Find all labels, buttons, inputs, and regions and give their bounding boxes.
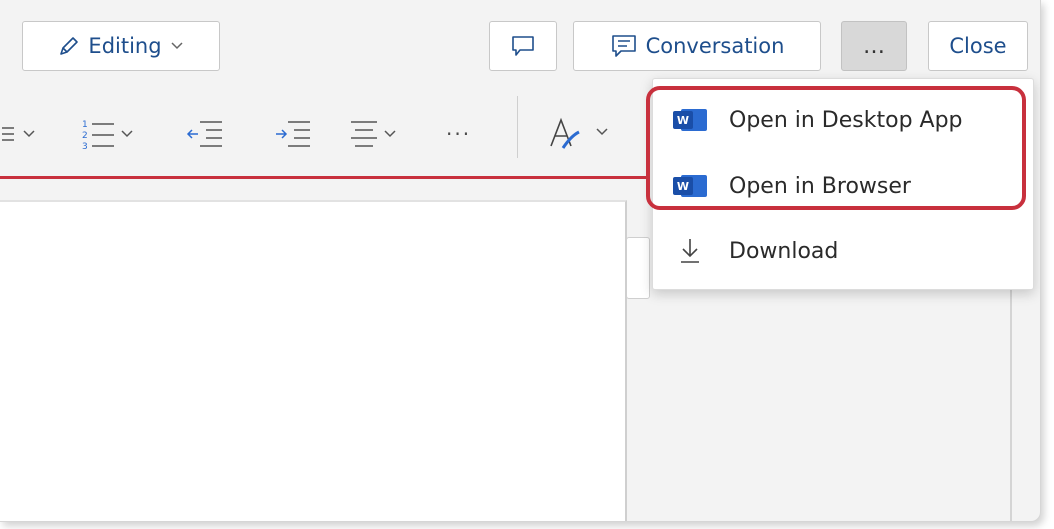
download-icon (681, 239, 699, 263)
pane-divider (1010, 284, 1012, 521)
editing-label: Editing (88, 34, 162, 58)
chevron-down-icon (171, 42, 183, 50)
close-label: Close (949, 34, 1007, 58)
comment-icon (512, 36, 534, 56)
menu-item-label: Open in Browser (729, 173, 911, 199)
increase-indent-button[interactable] (272, 112, 312, 156)
editing-mode-button[interactable]: Editing (22, 21, 220, 71)
svg-text:1: 1 (82, 120, 88, 130)
menu-item-download[interactable]: Download (673, 236, 838, 266)
decrease-indent-button[interactable] (184, 112, 224, 156)
bullet-list-icon (2, 127, 35, 141)
word-icon: W (673, 107, 707, 133)
bullets-dropdown[interactable] (0, 112, 40, 156)
app-window: Editing Conversation … Close 1 2 3 ··· W… (0, 0, 1041, 522)
styles-dropdown[interactable] (545, 112, 625, 156)
svg-text:2: 2 (82, 131, 88, 141)
page-edge (626, 237, 650, 299)
text-styles-icon (550, 117, 608, 149)
more-formatting-label: ··· (446, 122, 472, 146)
more-options-button[interactable]: … (841, 21, 907, 71)
more-options-label: … (863, 33, 885, 59)
alignment-dropdown[interactable] (347, 112, 419, 156)
conversation-button[interactable]: Conversation (573, 21, 821, 71)
more-options-menu: W Open in Desktop App W Open in Browser … (652, 78, 1034, 290)
close-button[interactable]: Close (928, 21, 1028, 71)
pencil-icon (60, 37, 79, 55)
svg-text:3: 3 (82, 142, 88, 152)
document-canvas[interactable] (0, 200, 627, 521)
align-center-icon (351, 121, 396, 147)
numbering-dropdown[interactable]: 1 2 3 (82, 112, 154, 156)
menu-item-open-desktop[interactable]: W Open in Desktop App (673, 107, 963, 133)
word-icon: W (673, 173, 707, 199)
menu-item-label: Open in Desktop App (729, 107, 963, 133)
decrease-indent-icon (186, 121, 222, 147)
toolbar-separator (517, 96, 518, 158)
comment-button[interactable] (489, 21, 557, 71)
menu-item-open-browser[interactable]: W Open in Browser (673, 173, 911, 199)
annotation-line (0, 176, 650, 179)
increase-indent-icon (276, 121, 310, 147)
conversation-label: Conversation (645, 34, 785, 58)
menu-item-label: Download (729, 238, 839, 264)
more-formatting-button[interactable]: ··· (446, 112, 471, 156)
numbered-list-icon: 1 2 3 (82, 120, 133, 152)
conversation-icon (611, 35, 636, 57)
